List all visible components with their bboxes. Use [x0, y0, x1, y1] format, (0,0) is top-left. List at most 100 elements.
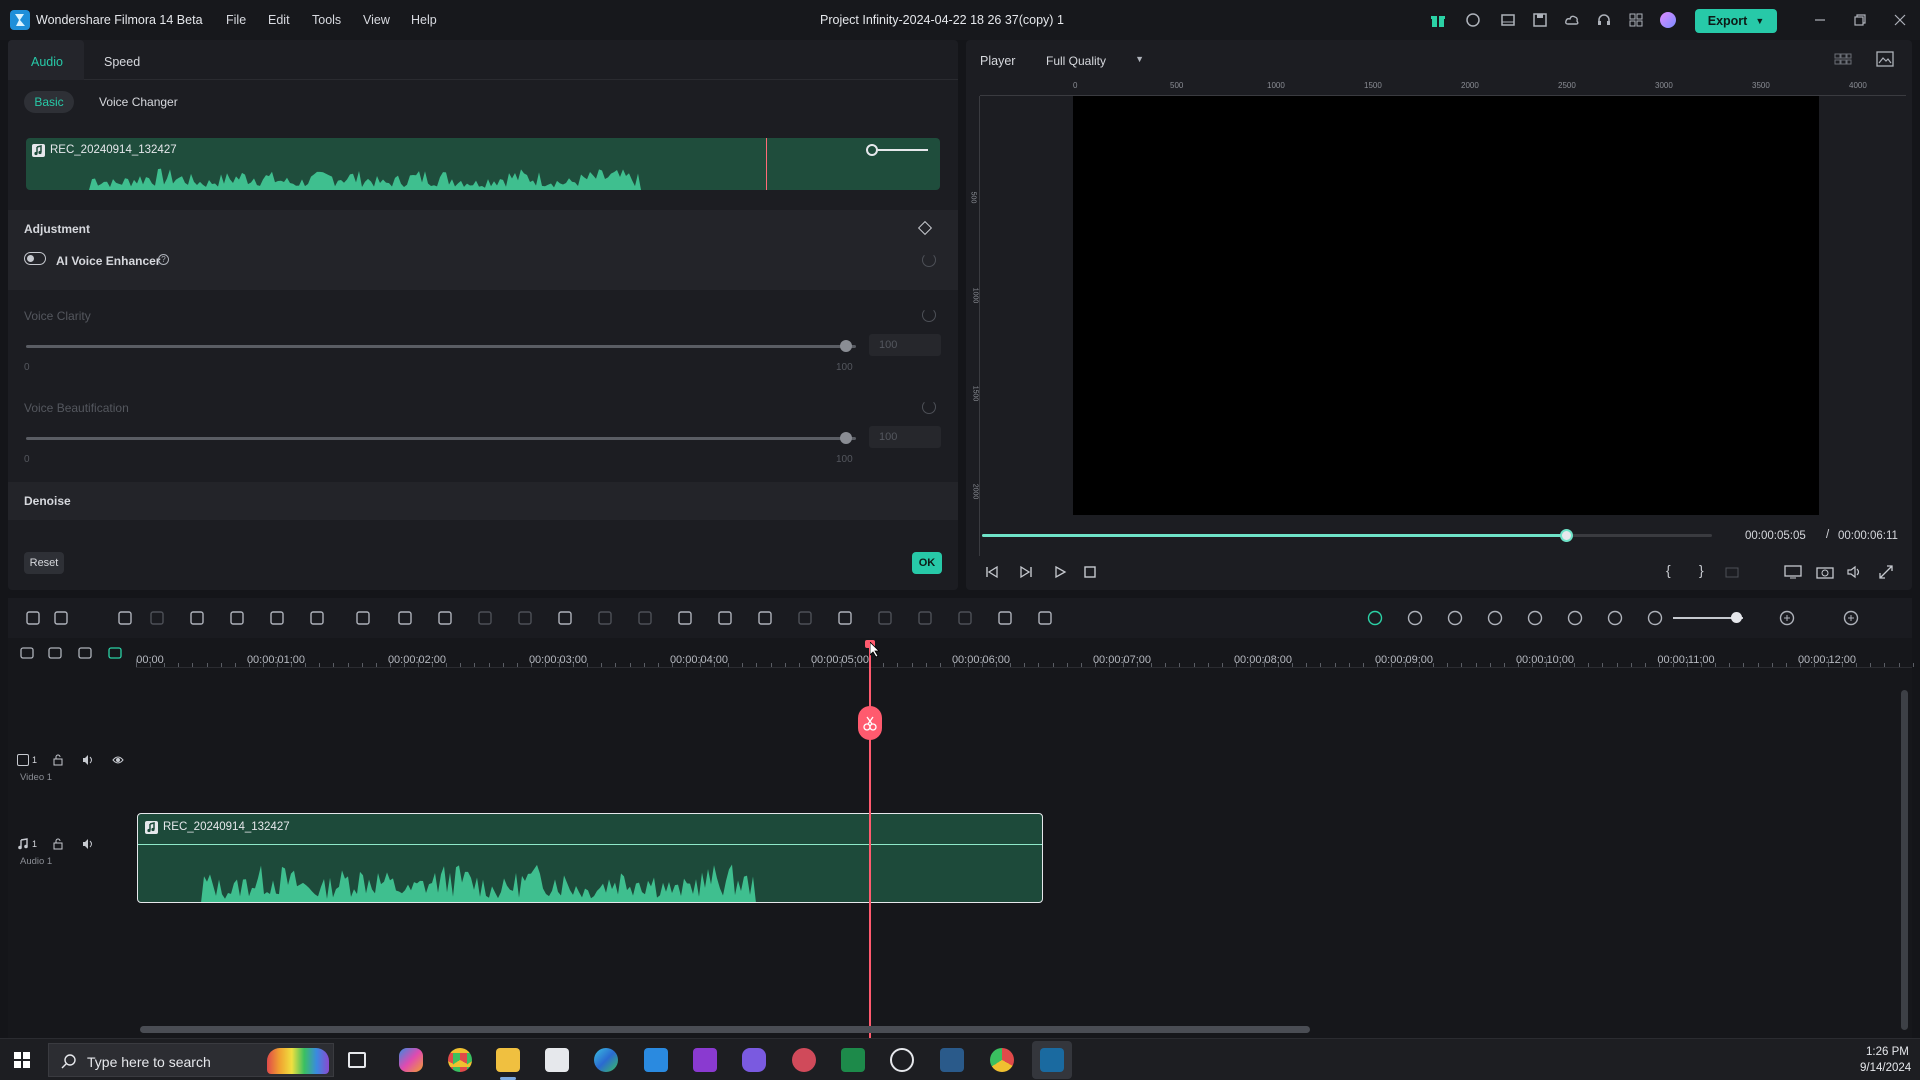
mark-out-icon[interactable]: } — [1699, 562, 1704, 578]
previous-frame-icon[interactable] — [984, 564, 1000, 580]
eye-icon[interactable] — [112, 754, 124, 766]
cut-icon[interactable] — [228, 609, 246, 627]
menu-file[interactable]: File — [226, 13, 246, 27]
keyframe-icon[interactable] — [836, 609, 854, 627]
video-canvas[interactable] — [1073, 96, 1819, 515]
taskbar-search-box[interactable]: Type here to search — [48, 1043, 334, 1077]
voice-clarity-value[interactable]: 100 — [869, 334, 941, 356]
adjust-icon[interactable] — [676, 609, 694, 627]
stabilize-icon[interactable] — [596, 609, 614, 627]
undo-icon[interactable] — [116, 609, 134, 627]
gift-icon[interactable] — [1430, 12, 1446, 28]
vertical-scrollbar[interactable] — [1901, 690, 1908, 1030]
voice-clarity-reset-icon[interactable] — [922, 308, 936, 322]
mosaic-icon[interactable] — [956, 609, 974, 627]
speed-timer-icon[interactable] — [556, 609, 574, 627]
mask-icon[interactable] — [636, 609, 654, 627]
excel-icon[interactable] — [841, 1048, 865, 1072]
rotate-icon[interactable] — [436, 609, 454, 627]
ok-button[interactable]: OK — [912, 552, 942, 574]
marker-icon[interactable] — [1446, 609, 1464, 627]
link-icon[interactable] — [1036, 609, 1054, 627]
voice-clarity-track[interactable] — [26, 345, 856, 348]
close-icon[interactable] — [1892, 12, 1908, 28]
snap-icon[interactable] — [108, 646, 122, 660]
subtab-voice-changer[interactable]: Voice Changer — [99, 95, 178, 109]
fit-icon[interactable] — [716, 609, 734, 627]
onenote-icon[interactable] — [693, 1048, 717, 1072]
transition-icon[interactable] — [916, 609, 934, 627]
menu-view[interactable]: View — [363, 13, 390, 27]
zoom-out-icon[interactable] — [1646, 609, 1664, 627]
delete-icon[interactable] — [188, 609, 206, 627]
insert-icon[interactable] — [1724, 564, 1740, 580]
chrome-alt-icon[interactable] — [990, 1048, 1014, 1072]
microphone-icon[interactable] — [1486, 609, 1504, 627]
grid-view-icon[interactable] — [1834, 52, 1852, 66]
snapshot-icon[interactable] — [1816, 564, 1834, 580]
lock-icon[interactable] — [52, 838, 64, 850]
quality-dropdown[interactable]: Full Quality ▼ — [1038, 48, 1150, 72]
track-manager-icon[interactable] — [78, 646, 92, 660]
motion-icon[interactable] — [876, 609, 894, 627]
playback-progress-knob[interactable] — [1560, 529, 1573, 542]
pip-icon[interactable] — [1566, 609, 1584, 627]
audio-mix-icon[interactable] — [1526, 609, 1544, 627]
menu-help[interactable]: Help — [411, 13, 437, 27]
denoise-section[interactable]: Denoise — [8, 482, 958, 520]
render-icon[interactable] — [1366, 609, 1384, 627]
zoom-slider-knob[interactable] — [1731, 612, 1742, 623]
cloud-icon[interactable] — [1564, 12, 1580, 28]
export-button[interactable]: Export ▼ — [1695, 9, 1777, 33]
voice-beautification-knob[interactable] — [840, 432, 852, 444]
audio-clip-preview[interactable]: REC_20240914_132427 — [26, 138, 940, 190]
monitor-icon[interactable] — [1784, 564, 1802, 580]
add-track-icon[interactable] — [20, 646, 34, 660]
restore-icon[interactable] — [1852, 12, 1868, 28]
redo-icon[interactable] — [148, 609, 166, 627]
record-icon[interactable] — [1465, 12, 1481, 28]
avatar[interactable] — [1660, 12, 1676, 28]
audio-split-icon[interactable] — [308, 609, 326, 627]
text-icon[interactable] — [354, 609, 372, 627]
horizontal-scrollbar[interactable] — [140, 1026, 1310, 1033]
voice-clarity-knob[interactable] — [840, 340, 852, 352]
reset-button[interactable]: Reset — [24, 552, 64, 574]
filmora-task-icon-2[interactable] — [1040, 1048, 1064, 1072]
windows-start-icon[interactable] — [14, 1052, 30, 1068]
apps-grid-icon[interactable] — [1628, 12, 1644, 28]
fullscreen-icon[interactable] — [1878, 564, 1894, 580]
file-explorer-icon[interactable] — [496, 1048, 520, 1072]
link-tracks-icon[interactable] — [48, 646, 62, 660]
freeze-icon[interactable] — [516, 609, 534, 627]
help-icon[interactable]: ? — [158, 254, 169, 265]
edge-icon[interactable] — [594, 1048, 618, 1072]
play-pause-icon[interactable] — [1018, 564, 1034, 580]
volume-keyframe-handle[interactable] — [866, 144, 878, 156]
keyframe-diamond-icon[interactable] — [917, 220, 933, 236]
voice-beautification-track[interactable] — [26, 437, 856, 440]
mark-in-icon[interactable]: { — [1666, 562, 1671, 578]
layout-icon[interactable] — [1500, 12, 1516, 28]
layout-options-icon[interactable] — [1842, 609, 1860, 627]
speaker-icon[interactable] — [82, 838, 94, 850]
ai-voice-enhancer-toggle[interactable] — [24, 252, 46, 265]
layout-grid-icon[interactable] — [24, 609, 42, 627]
chrome-icon[interactable] — [448, 1048, 472, 1072]
app-record-icon[interactable] — [890, 1048, 914, 1072]
timeline-ruler[interactable]: 00:00 00:00:01:00 00:00:02:00 00:00:03:00 00… — [136, 638, 1914, 668]
app-purple-icon[interactable] — [742, 1048, 766, 1072]
app-blue-icon[interactable] — [644, 1048, 668, 1072]
group-icon[interactable] — [996, 609, 1014, 627]
voice-beautification-value[interactable]: 100 — [869, 426, 941, 448]
ai-icon[interactable] — [796, 609, 814, 627]
speaker-icon[interactable] — [82, 754, 94, 766]
chevron-down-icon[interactable]: ▼ — [1755, 16, 1764, 26]
stop-icon[interactable] — [1082, 564, 1098, 580]
tab-audio[interactable]: Audio — [31, 55, 63, 69]
audio-clip[interactable]: REC_20240914_132427 — [137, 813, 1043, 903]
split-scissors-button[interactable] — [858, 706, 882, 740]
minimize-icon[interactable] — [1812, 12, 1828, 28]
color-icon[interactable] — [476, 609, 494, 627]
save-icon[interactable] — [1532, 12, 1548, 28]
